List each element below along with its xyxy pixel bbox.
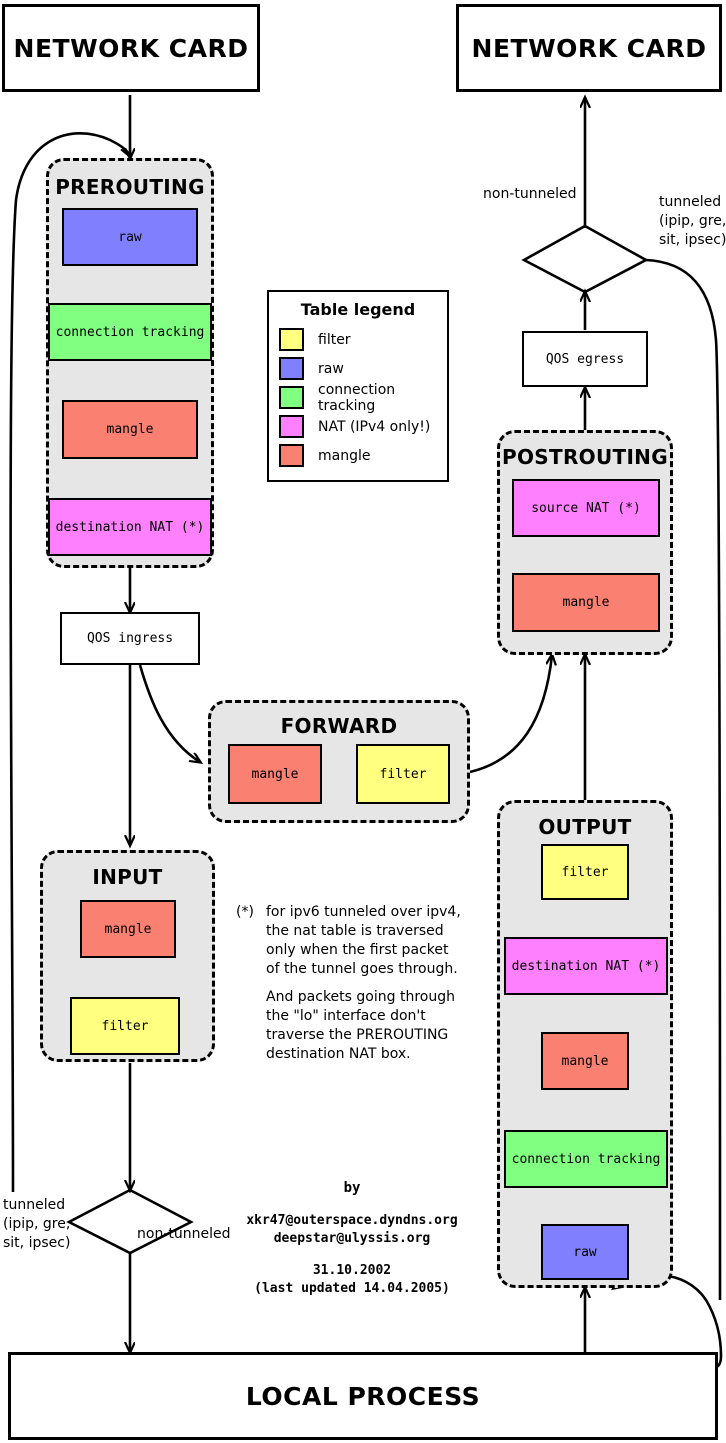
legend-swatch-raw [279,357,304,380]
prerouting-box-destination-nat-label: destination NAT (*) [55,519,205,535]
label-non-tunneled-egress: non-tunneled [483,186,577,202]
qos-ingress-label: QOS ingress [86,631,174,646]
output-box-mangle-label: mangle [561,1053,609,1069]
prerouting-box-connection-tracking[interactable]: connection tracking [48,303,212,361]
forward-box-filter-label: filter [379,766,427,782]
credit-email-2: deepstar@ulyssis.org [273,1231,431,1246]
footnote-paragraph-2: And packets going through the "lo" inter… [266,989,455,1062]
postrouting-box-source-nat[interactable]: source NAT (*) [512,479,660,537]
chain-postrouting-title: POSTROUTING [502,445,668,469]
network-card-out: NETWORK CARD [456,4,722,92]
qos-egress-label: QOS egress [545,351,625,367]
input-box-filter-label: filter [101,1018,149,1034]
prerouting-box-connection-tracking-label: connection tracking [55,324,205,340]
legend-label-mangle: mangle [318,447,371,464]
wire-qos-ingress-to-forward [138,664,200,762]
label-tunneled-egress: tunneled (ipip, gre, sit, ipsec) [659,194,726,248]
prerouting-box-destination-nat[interactable]: destination NAT (*) [48,498,212,556]
prerouting-box-mangle-label: mangle [106,422,154,437]
qos-egress-box[interactable]: QOS egress [522,331,648,387]
output-box-connection-tracking-label: connection tracking [511,1151,661,1167]
local-process-box: LOCAL PROCESS [8,1352,718,1440]
credit-by: by [343,1180,361,1196]
output-box-mangle[interactable]: mangle [541,1032,629,1090]
postrouting-box-mangle-label: mangle [562,595,610,610]
output-box-filter[interactable]: filter [541,844,629,900]
forward-box-filter[interactable]: filter [356,744,450,804]
label-tunneled-ingress: tunneled (ipip, gre, sit, ipsec) [3,1197,71,1251]
qos-ingress-box[interactable]: QOS ingress [60,612,200,665]
credit-email-1: xkr47@outerspace.dyndns.org [246,1213,458,1228]
forward-box-mangle[interactable]: mangle [228,744,322,804]
legend-row-raw: raw [269,354,447,383]
network-card-in-label: NETWORK CARD [13,33,249,63]
legend-row-mangle: mangle [269,441,447,470]
local-process-label: LOCAL PROCESS [245,1381,481,1411]
network-card-in: NETWORK CARD [2,4,260,92]
chain-forward-title: FORWARD [280,714,398,738]
chain-output-title: OUTPUT [538,815,632,839]
output-box-destination-nat-label: destination NAT (*) [511,958,661,974]
prerouting-box-mangle[interactable]: mangle [62,400,198,459]
network-card-out-label: NETWORK CARD [471,33,707,63]
chain-input-title: INPUT [92,865,163,889]
legend-label-nat: NAT (IPv4 only!) [318,418,431,435]
output-box-raw[interactable]: raw [541,1224,629,1280]
output-box-raw-label: raw [573,1244,597,1260]
table-legend-title: Table legend [300,300,416,319]
decision-diamond-egress [521,224,649,294]
footnote-paragraph-1: for ipv6 tunneled over ipv4, the nat tab… [266,904,461,977]
prerouting-box-raw-label: raw [118,229,142,245]
chain-prerouting-title: PREROUTING [55,175,205,199]
forward-box-mangle-label: mangle [251,766,299,782]
legend-row-nat: NAT (IPv4 only!) [269,412,447,441]
legend-swatch-filter [279,328,304,351]
output-box-connection-tracking[interactable]: connection tracking [504,1130,668,1188]
legend-swatch-mangle [279,444,304,467]
legend-row-connection-tracking: connection tracking [269,381,447,414]
output-box-filter-label: filter [561,864,609,880]
credit-updated: (last updated 14.04.2005) [254,1281,450,1296]
output-box-destination-nat[interactable]: destination NAT (*) [504,937,668,995]
credit-date: 31.10.2002 [312,1263,392,1278]
input-box-mangle[interactable]: mangle [80,900,176,958]
legend-swatch-connection-tracking [279,386,304,409]
wire-forward-to-postrouting [469,655,552,774]
legend-label-raw: raw [318,360,344,377]
prerouting-box-raw[interactable]: raw [62,208,198,266]
input-box-mangle-label: mangle [104,921,152,937]
input-box-filter[interactable]: filter [70,997,180,1055]
label-non-tunneled-ingress: non-tunneled [137,1226,231,1242]
footnote-marker: (*) [236,904,254,920]
legend-swatch-nat [279,415,304,438]
postrouting-box-source-nat-label: source NAT (*) [531,500,641,516]
legend-label-connection-tracking: connection tracking [318,381,396,414]
table-legend: Table legend filter raw connection track… [267,290,449,482]
legend-label-filter: filter [318,331,351,348]
postrouting-box-mangle[interactable]: mangle [512,573,660,632]
legend-row-filter: filter [269,325,447,354]
